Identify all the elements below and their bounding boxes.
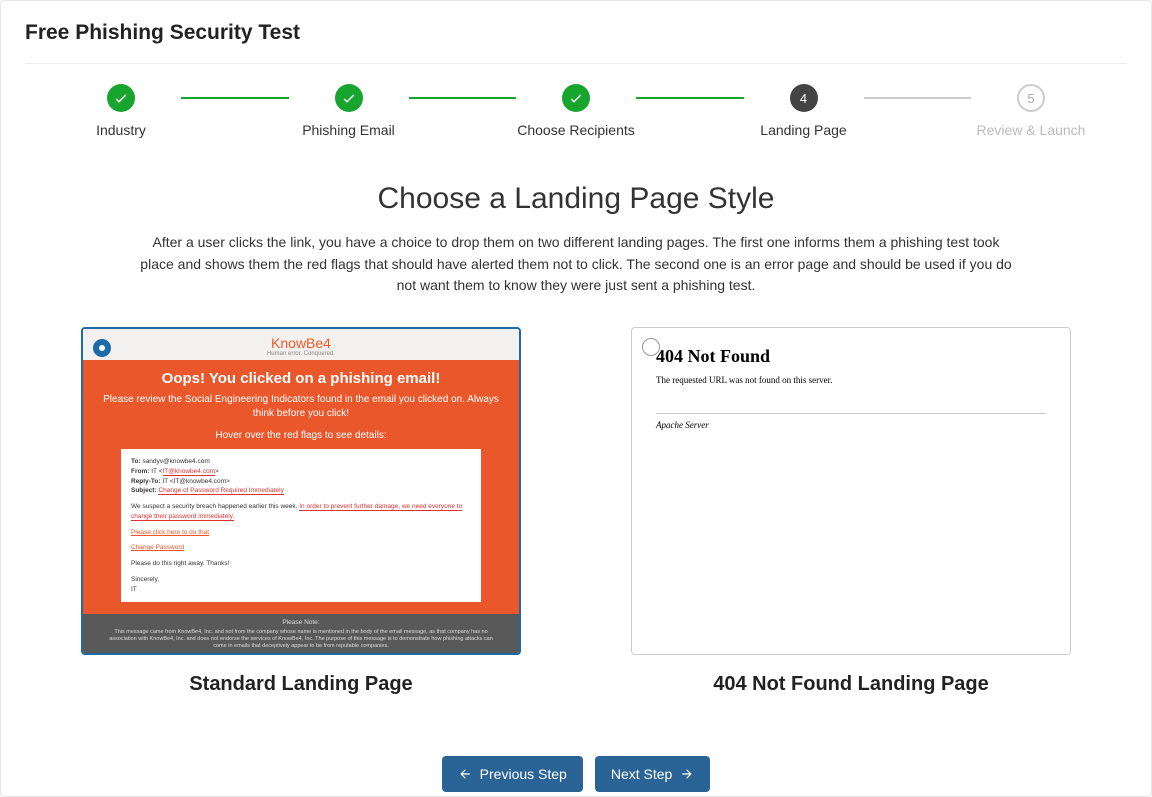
radio-selected-icon[interactable] <box>93 339 111 357</box>
section-description: After a user clicks the link, you have a… <box>136 232 1016 297</box>
divider <box>25 63 1127 64</box>
option-standard: KnowBe4 Human error. Conquered. Oops! Yo… <box>81 327 521 696</box>
button-row: Previous Step Next Step <box>25 756 1127 792</box>
step-label: Choose Recipients <box>517 122 635 138</box>
radio-unselected-icon[interactable] <box>642 338 660 356</box>
email-sig1: Sincerely, <box>131 575 471 585</box>
option-label-404: 404 Not Found Landing Page <box>713 673 989 696</box>
previous-step-button[interactable]: Previous Step <box>442 756 583 792</box>
step-connector <box>181 97 289 99</box>
email-to-label: To: <box>131 458 141 465</box>
knowbe4-logo: KnowBe4 <box>83 335 519 351</box>
email-from-label: From: <box>131 468 149 475</box>
step-number-icon: 5 <box>1017 84 1045 112</box>
button-label: Previous Step <box>480 766 567 782</box>
checkmark-icon <box>562 84 590 112</box>
page-container: Free Phishing Security Test Industry Phi… <box>0 0 1152 797</box>
email-subject-flag: Change of Password Required Immediately <box>158 487 283 495</box>
arrow-left-icon <box>458 767 472 781</box>
option-404: 404 Not Found The requested URL was not … <box>631 327 1071 696</box>
step-connector <box>864 97 972 99</box>
step-number-icon: 4 <box>790 84 818 112</box>
section-heading: Choose a Landing Page Style <box>25 182 1127 216</box>
email-body-text: We suspect a security breach happened ea… <box>131 503 299 510</box>
preview-404: 404 Not Found The requested URL was not … <box>632 328 1070 654</box>
step-label: Phishing Email <box>302 122 395 138</box>
email-subject-label: Subject: <box>131 487 157 494</box>
step-phishing-email[interactable]: Phishing Email <box>289 84 409 138</box>
page-title: Free Phishing Security Test <box>25 21 1127 45</box>
footer-title: Please Note: <box>107 619 495 627</box>
preview-footer: Please Note: This message came from Know… <box>83 614 519 655</box>
preview-404-heading: 404 Not Found <box>656 346 1046 367</box>
preview-standard: KnowBe4 Human error. Conquered. Oops! Yo… <box>83 329 519 653</box>
next-step-button[interactable]: Next Step <box>595 756 710 792</box>
email-link1: Please click here to do that <box>131 529 209 536</box>
step-label: Landing Page <box>760 122 846 138</box>
preview-hover-text: Hover over the red flags to see details: <box>101 430 501 441</box>
preview-404-server: Apache Server <box>656 420 1046 430</box>
email-link2: Change Password <box>131 544 184 551</box>
footer-body: This message came from KnowBe4, Inc. and… <box>107 629 495 650</box>
preview-email-box: To: sandyv@knowbe4.com From: IT <IT@know… <box>121 449 481 602</box>
wizard-stepper: Industry Phishing Email Choose Recipient… <box>25 84 1127 138</box>
landing-page-options: KnowBe4 Human error. Conquered. Oops! Yo… <box>25 327 1127 696</box>
email-from-flag: IT@knowbe4.com <box>163 468 215 476</box>
step-connector <box>409 97 517 99</box>
step-label: Industry <box>96 122 146 138</box>
email-to-value: sandyv@knowbe4.com <box>142 458 209 465</box>
email-from-value: IT < <box>151 468 162 475</box>
preview-404-message: The requested URL was not found on this … <box>656 375 1046 385</box>
preview-header: KnowBe4 Human error. Conquered. <box>83 329 519 360</box>
button-label: Next Step <box>611 766 672 782</box>
option-card-standard[interactable]: KnowBe4 Human error. Conquered. Oops! Yo… <box>81 327 521 655</box>
email-reply-label: Reply-To: <box>131 478 161 485</box>
step-review-launch: 5 Review & Launch <box>971 84 1091 138</box>
step-label: Review & Launch <box>977 122 1086 138</box>
logo-tagline: Human error. Conquered. <box>83 351 519 357</box>
step-landing-page[interactable]: 4 Landing Page <box>744 84 864 138</box>
email-from-close: > <box>215 468 219 475</box>
email-body2: Please do this right away. Thanks! <box>131 559 471 569</box>
preview-body: Oops! You clicked on a phishing email! P… <box>83 360 519 614</box>
preview-404-divider <box>656 413 1046 414</box>
step-connector <box>636 97 744 99</box>
email-reply-value: IT <IT@knowbe4.com> <box>162 478 230 485</box>
checkmark-icon <box>107 84 135 112</box>
email-sig2: IT <box>131 585 471 595</box>
preview-paragraph: Please review the Social Engineering Ind… <box>101 393 501 420</box>
arrow-right-icon <box>680 767 694 781</box>
step-choose-recipients[interactable]: Choose Recipients <box>516 84 636 138</box>
checkmark-icon <box>335 84 363 112</box>
preview-h1: Oops! You clicked on a phishing email! <box>101 370 501 387</box>
step-industry[interactable]: Industry <box>61 84 181 138</box>
option-card-404[interactable]: 404 Not Found The requested URL was not … <box>631 327 1071 655</box>
option-label-standard: Standard Landing Page <box>189 673 412 696</box>
